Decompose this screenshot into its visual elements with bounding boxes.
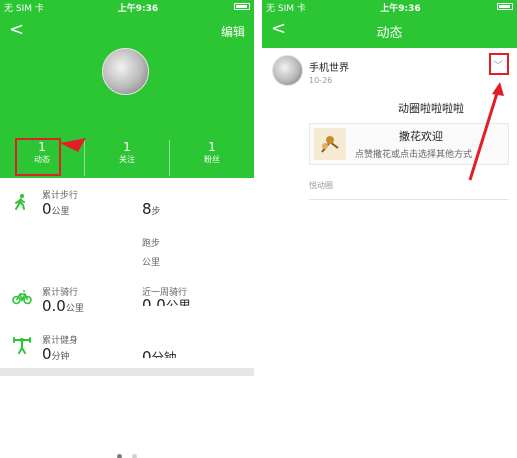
profile-screen: 无 SIM 卡 上午9:36 < 编辑 1 动态 1 关注 1 粉丝 累计步行 …: [0, 0, 254, 458]
stat-followers-count: 1: [208, 140, 216, 154]
run-unit: 公里: [142, 258, 161, 268]
walking-icon: [15, 194, 25, 210]
page-indicator[interactable]: [0, 444, 254, 458]
stat-followers-label: 粉丝: [204, 155, 220, 164]
fitness-value-num: 0: [42, 345, 52, 363]
walk-week-value: 8步: [142, 200, 161, 218]
cycle-week-num: 0.0: [142, 298, 166, 306]
edit-button[interactable]: 编辑: [221, 23, 245, 40]
nav-bar: < 编辑: [0, 14, 254, 48]
activity-summary: 累计步行 0公里 8步 跑步 公里 累计骑行 0.0公里 近一周骑行 0.0公里…: [0, 178, 254, 368]
carrier-text: 无 SIM 卡: [4, 3, 44, 14]
fitness-week-num: 0: [142, 350, 152, 358]
arrow-flag-icon: [60, 138, 86, 152]
cycle-week-value: 0.0公里: [142, 298, 191, 306]
cycle-week-unit: 公里: [165, 298, 191, 307]
screenshot-gap: [254, 0, 262, 458]
red-arrow-icon: [468, 82, 504, 181]
bicycle-icon: [12, 290, 32, 305]
cycle-value-unit: 公里: [65, 304, 84, 314]
fitness-value: 0分钟: [42, 345, 70, 363]
battery-icon: [232, 2, 250, 12]
feed-screen: 无 SIM 卡 上午9:36 < 动态 手机世界 10-26 ﹀ 动圈啦啦啦啦 …: [262, 0, 517, 458]
cycle-week-label: 近一周骑行: [142, 288, 188, 298]
stat-followers[interactable]: 1 粉丝: [170, 140, 254, 176]
cycle-value: 0.0公里: [42, 297, 84, 315]
fitness-week-unit: 分钟: [151, 350, 177, 359]
avatar[interactable]: [102, 48, 149, 95]
walk-value-num: 0: [42, 200, 52, 218]
fitness-week-value: 0分钟: [142, 350, 177, 358]
walk-week-unit: 步: [151, 207, 161, 217]
highlight-box: [15, 138, 61, 176]
stat-following[interactable]: 1 关注: [85, 140, 170, 176]
stat-following-label: 关注: [119, 155, 135, 164]
walk-value: 0公里: [42, 200, 70, 218]
walk-value-unit: 公里: [51, 207, 70, 217]
walk-week-num: 8: [142, 200, 152, 218]
back-icon[interactable]: <: [9, 21, 24, 39]
dumbbell-icon: [13, 337, 31, 354]
fitness-value-unit: 分钟: [51, 352, 70, 362]
clock-text: 上午9:36: [117, 3, 159, 14]
cycle-value-num: 0.0: [42, 297, 66, 315]
profile-header: 无 SIM 卡 上午9:36 < 编辑 1 动态 1 关注 1 粉丝: [0, 0, 254, 178]
stat-following-count: 1: [123, 140, 131, 154]
page-dot-active: [117, 454, 123, 458]
section-divider: [0, 368, 254, 376]
page-dot: [131, 454, 137, 458]
status-bar: 无 SIM 卡 上午9:36: [0, 0, 254, 14]
run-label: 跑步: [142, 239, 161, 249]
